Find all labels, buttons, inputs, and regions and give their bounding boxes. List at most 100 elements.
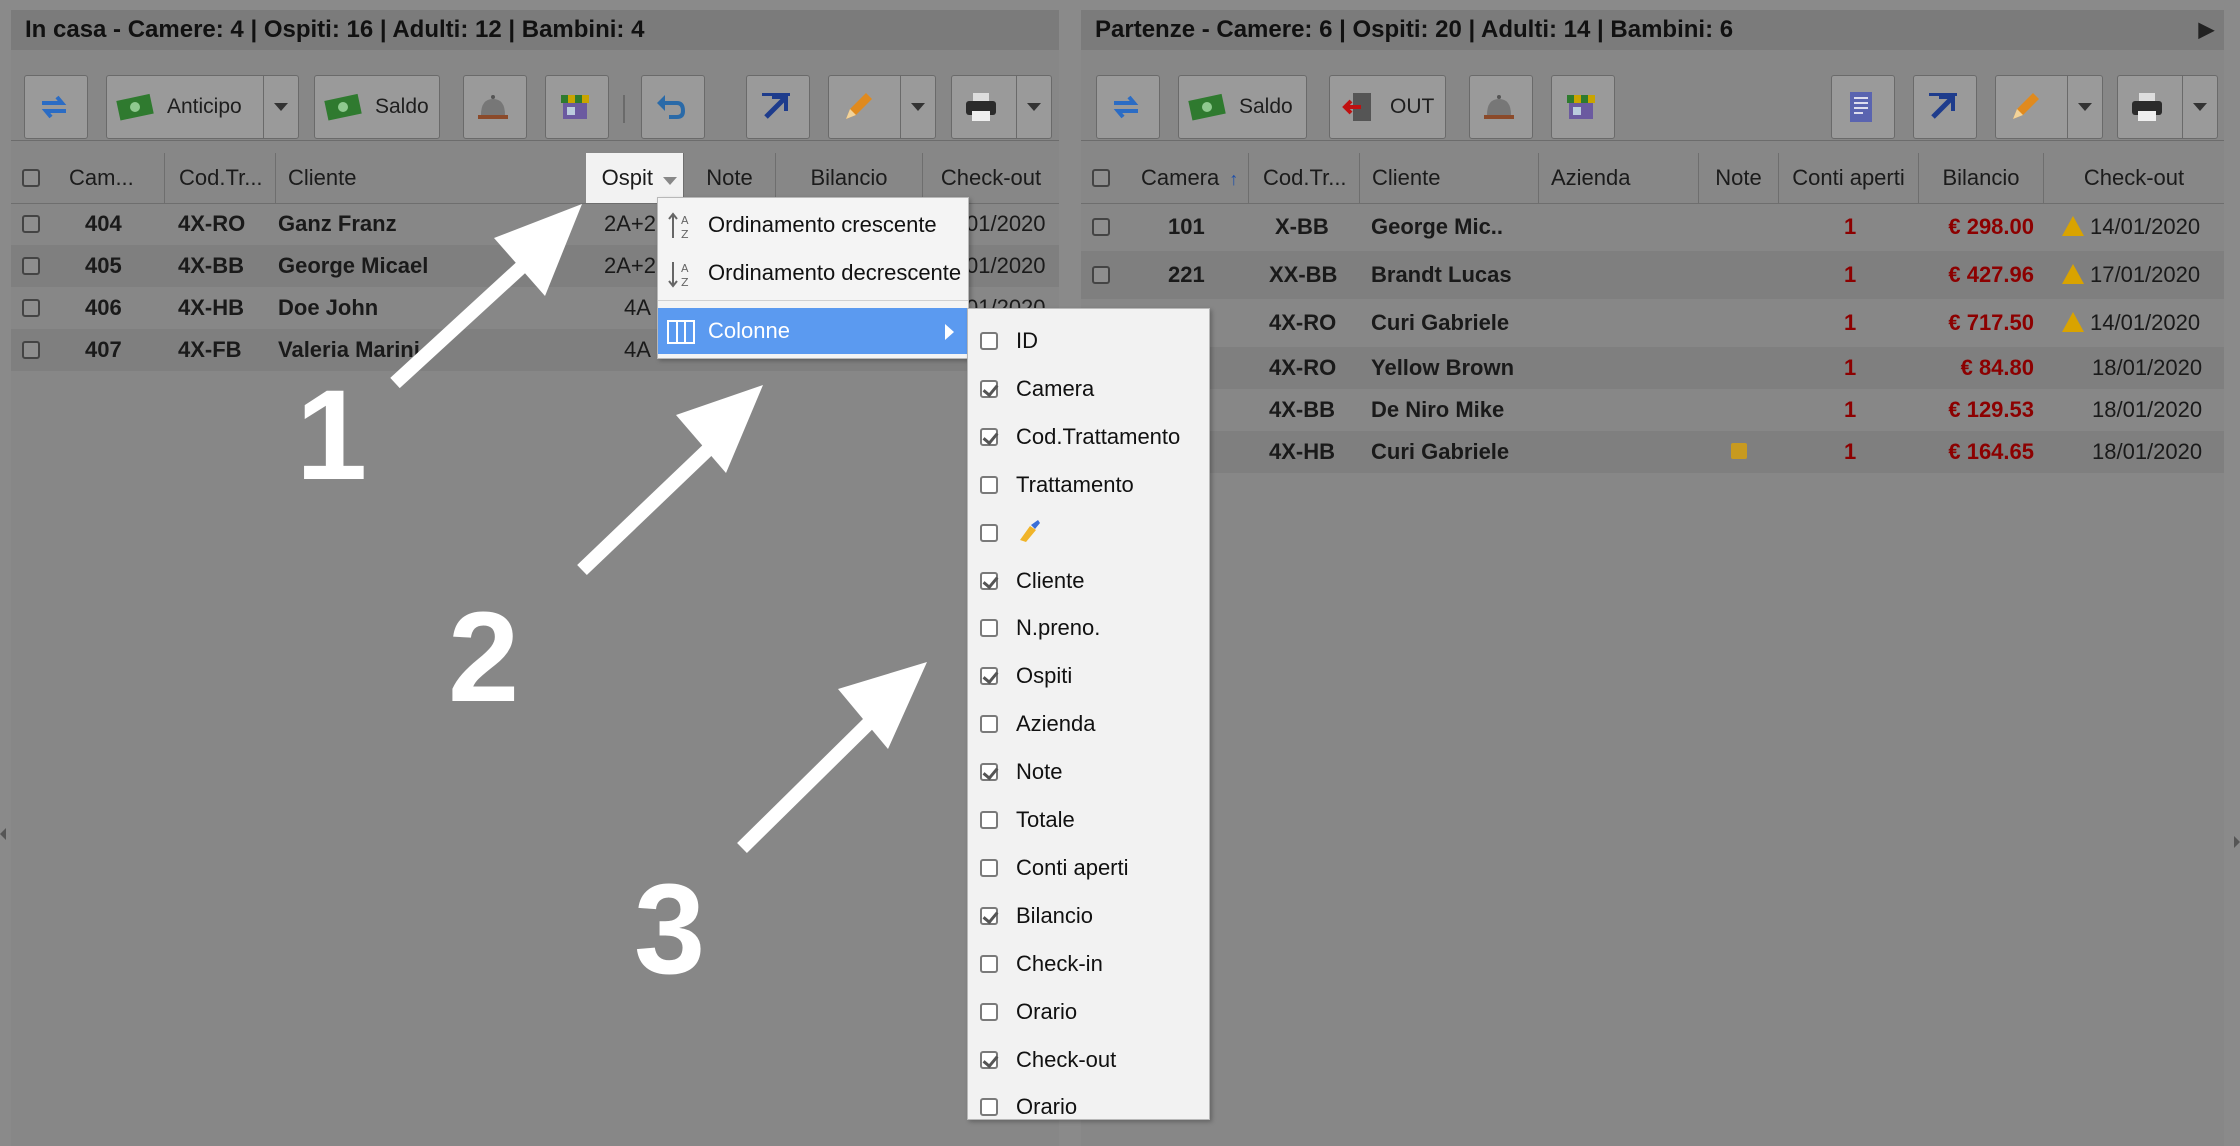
column-toggle-checkbox[interactable] <box>980 571 998 590</box>
reception-bell-button[interactable] <box>463 75 527 139</box>
column-toggle-item[interactable]: Check-out <box>968 1036 1209 1084</box>
column-toggle-item[interactable]: Camera <box>968 365 1209 413</box>
toolbar-divider <box>623 95 625 123</box>
column-toggle-checkbox[interactable] <box>980 1050 998 1069</box>
table-row[interactable]: 101 X-BB George Mic.. 1 € 298.00 14/01/2… <box>1081 203 2224 251</box>
column-toggle-checkbox[interactable] <box>980 715 998 734</box>
collapse-arrow-icon[interactable]: ▶ <box>2199 10 2214 50</box>
cell-checkout: 14/01/2020 <box>2062 203 2200 251</box>
column-toggle-checkbox[interactable] <box>980 332 998 350</box>
column-toggle-item[interactable]: Azienda <box>968 700 1209 748</box>
left-edge-handle-icon[interactable] <box>0 828 6 840</box>
column-toggle-item[interactable]: Cliente <box>968 557 1209 605</box>
table-row[interactable]: 4X-RO Curi Gabriele 1 € 717.50 14/01/202… <box>1081 299 2224 347</box>
column-toggle-checkbox[interactable] <box>980 906 998 925</box>
column-check-out[interactable]: Check-out <box>2044 153 2224 203</box>
reception-bell-button[interactable] <box>1469 75 1533 139</box>
column-ospiti-active[interactable]: Ospit <box>586 153 684 203</box>
row-checkbox[interactable] <box>1092 218 1110 236</box>
column-camera[interactable]: Camera ↑ <box>1127 153 1249 203</box>
column-toggle-item[interactable]: Orario <box>968 988 1209 1036</box>
column-azienda[interactable]: Azienda <box>1539 153 1699 203</box>
column-toggle-checkbox[interactable] <box>980 619 998 638</box>
column-toggle-item[interactable]: Ospiti <box>968 652 1209 700</box>
print-button[interactable] <box>951 75 1052 139</box>
edit-dropdown[interactable] <box>900 76 935 138</box>
column-cliente[interactable]: Cliente <box>276 153 596 203</box>
bell-icon <box>470 84 516 130</box>
check-out-button[interactable]: OUT <box>1329 75 1446 139</box>
column-toggle-checkbox[interactable] <box>980 667 998 686</box>
column-toggle-item[interactable]: Bilancio <box>968 892 1209 940</box>
anticipo-dropdown[interactable] <box>263 76 298 138</box>
right-edge-handle-icon[interactable] <box>2234 836 2240 848</box>
column-menu-trigger[interactable] <box>663 153 677 203</box>
column-toggle-item[interactable]: Check-in <box>968 940 1209 988</box>
saldo-button[interactable]: Saldo <box>1178 75 1307 139</box>
shop-button[interactable] <box>545 75 609 139</box>
column-check-out[interactable]: Check-out <box>923 153 1059 203</box>
edit-dropdown[interactable] <box>2067 76 2102 138</box>
row-checkbox[interactable] <box>22 257 40 275</box>
column-cliente[interactable]: Cliente <box>1360 153 1539 203</box>
column-toggle-item[interactable]: Orario <box>968 1083 1209 1131</box>
column-toggle-item[interactable]: Trattamento <box>968 461 1209 509</box>
column-toggle-item[interactable] <box>968 509 1209 557</box>
column-toggle-checkbox[interactable] <box>980 427 998 446</box>
column-camera[interactable]: Cam... <box>57 153 165 203</box>
select-all-checkbox[interactable] <box>1092 169 1110 187</box>
table-row[interactable]: 4X-RO Yellow Brown 1 € 84.80 18/01/2020 <box>1081 347 2224 389</box>
print-dropdown[interactable] <box>1016 76 1051 138</box>
print-button[interactable] <box>2117 75 2218 139</box>
column-toggle-checkbox[interactable] <box>980 954 998 973</box>
sort-ascending-icon: AZ <box>666 211 696 241</box>
column-toggle-item[interactable]: N.preno. <box>968 604 1209 652</box>
move-button[interactable] <box>746 75 810 139</box>
move-button[interactable] <box>1913 75 1977 139</box>
column-note[interactable]: Note <box>1699 153 1779 203</box>
menu-item-sort-ascending[interactable]: AZ Ordinamento crescente <box>658 202 968 248</box>
column-toggle-checkbox[interactable] <box>980 379 998 398</box>
table-row[interactable]: 4X-BB De Niro Mike 1 € 129.53 18/01/2020 <box>1081 389 2224 431</box>
column-toggle-checkbox[interactable] <box>980 1002 998 1021</box>
column-toggle-item[interactable]: Conti aperti <box>968 844 1209 892</box>
column-bilancio[interactable]: Bilancio <box>1919 153 2044 203</box>
column-toggle-checkbox[interactable] <box>980 858 998 877</box>
row-checkbox[interactable] <box>1092 266 1110 284</box>
select-all-checkbox[interactable] <box>22 169 40 187</box>
column-toggle-item[interactable]: Note <box>968 748 1209 796</box>
column-toggle-item[interactable]: Cod.Trattamento <box>968 413 1209 461</box>
row-checkbox[interactable] <box>22 299 40 317</box>
row-checkbox[interactable] <box>22 341 40 359</box>
undo-button[interactable] <box>641 75 705 139</box>
checkout-date: 17/01/2020 <box>2090 262 2201 287</box>
column-toggle-item[interactable]: ID <box>968 317 1209 365</box>
column-toggle-checkbox[interactable] <box>980 523 998 542</box>
column-toggle-checkbox[interactable] <box>980 811 998 829</box>
refresh-button[interactable] <box>24 75 88 139</box>
menu-item-sort-descending[interactable]: AZ Ordinamento decrescente <box>658 250 968 296</box>
column-toggle-item[interactable]: Totale <box>968 796 1209 844</box>
column-note[interactable]: Note <box>684 153 776 203</box>
column-toggle-checkbox[interactable] <box>980 1098 998 1117</box>
svg-text:A: A <box>681 262 689 275</box>
column-bilancio[interactable]: Bilancio <box>776 153 923 203</box>
print-dropdown[interactable] <box>2182 76 2217 138</box>
refresh-button[interactable] <box>1096 75 1160 139</box>
menu-item-colonne[interactable]: Colonne <box>658 308 968 354</box>
shop-button[interactable] <box>1551 75 1615 139</box>
edit-button[interactable] <box>1995 75 2103 139</box>
column-cod-trattamento[interactable]: Cod.Tr... <box>165 153 276 203</box>
table-row[interactable]: 4X-HB Curi Gabriele 1 € 164.65 18/01/202… <box>1081 431 2224 473</box>
table-row[interactable]: 221 XX-BB Brandt Lucas 1 € 427.96 17/01/… <box>1081 251 2224 299</box>
saldo-button[interactable]: Saldo <box>314 75 440 139</box>
column-toggle-checkbox[interactable] <box>980 763 998 782</box>
column-cod-trattamento[interactable]: Cod.Tr... <box>1249 153 1360 203</box>
edit-button[interactable] <box>828 75 936 139</box>
column-toggle-checkbox[interactable] <box>980 475 998 494</box>
note-icon[interactable] <box>1731 443 1747 459</box>
invoice-button[interactable] <box>1831 75 1895 139</box>
row-checkbox[interactable] <box>22 215 40 233</box>
column-conti-aperti[interactable]: Conti aperti <box>1779 153 1919 203</box>
anticipo-button[interactable]: Anticipo <box>106 75 299 139</box>
